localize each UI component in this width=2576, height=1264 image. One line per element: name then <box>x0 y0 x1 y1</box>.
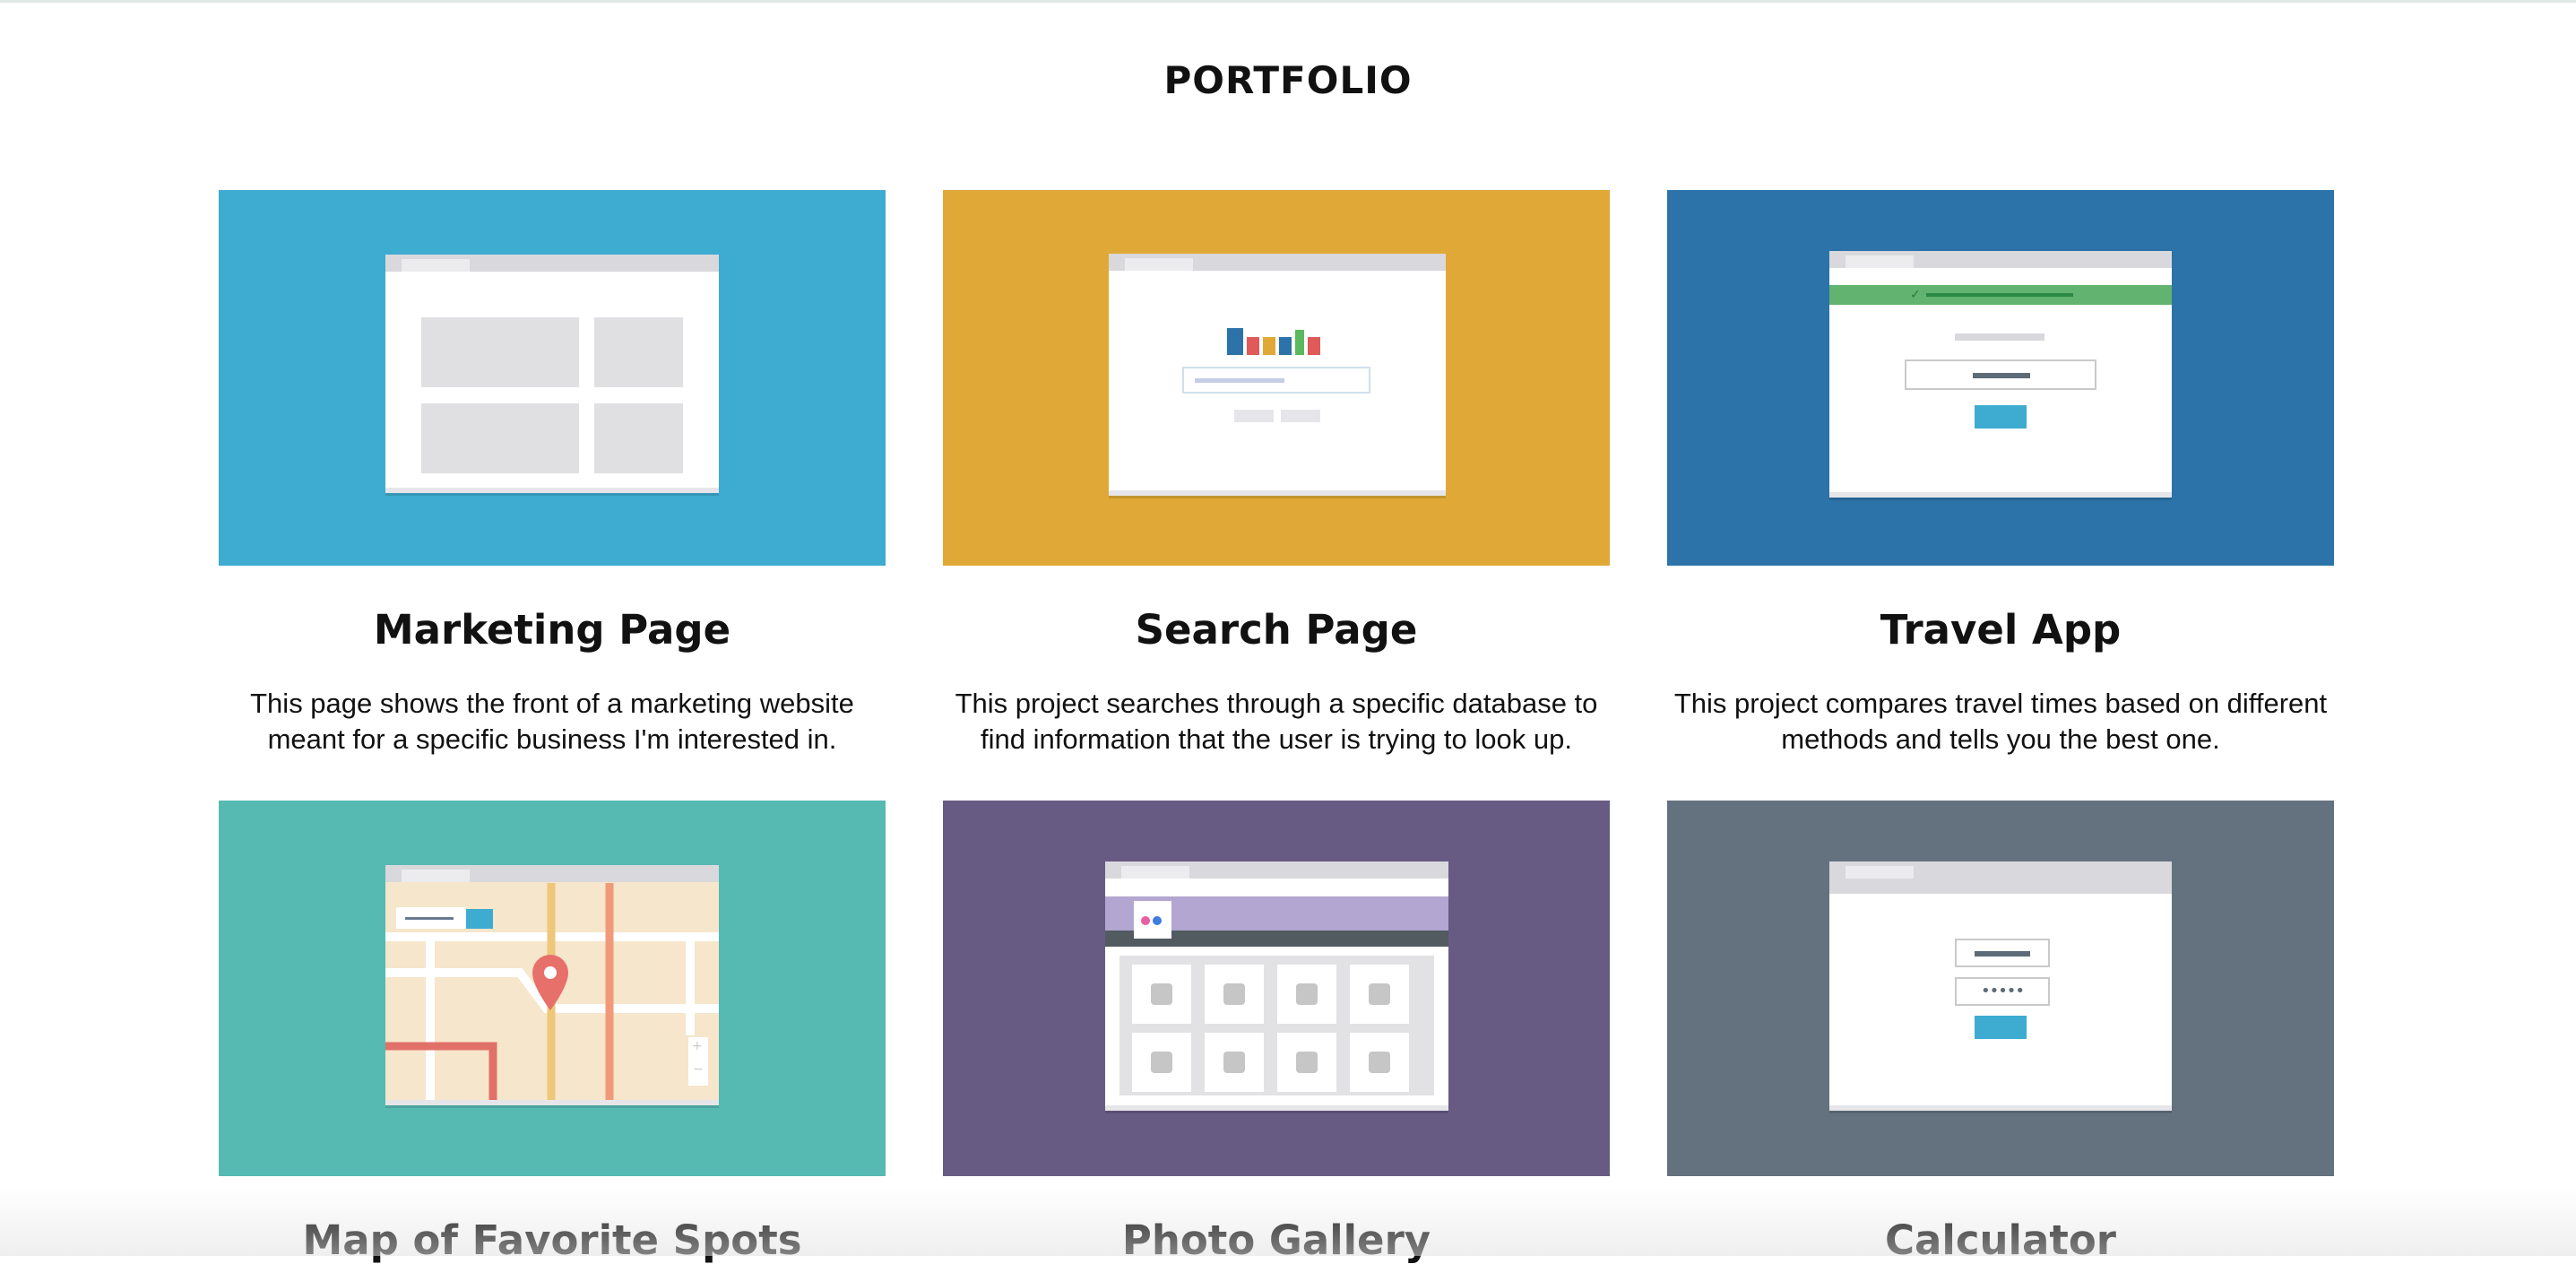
map-pin-icon <box>532 955 568 1010</box>
project-card-map[interactable]: + − Map of Favorite Spots <box>219 801 886 1264</box>
project-thumbnail-marketing[interactable] <box>219 190 886 566</box>
browser-mockup <box>385 255 719 493</box>
page-title: PORTFOLIO <box>1163 58 1413 102</box>
browser-mockup <box>1109 254 1446 496</box>
project-card-search[interactable]: Search Page This project searches throug… <box>943 190 1610 758</box>
check-icon: ✓ <box>1910 288 1921 302</box>
project-title: Travel App <box>1880 606 2122 654</box>
project-thumbnail-search[interactable] <box>943 190 1610 566</box>
project-thumbnail-map[interactable]: + − <box>219 801 886 1176</box>
project-card-gallery[interactable]: Photo Gallery <box>943 801 1610 1264</box>
input-mock <box>1905 359 2096 390</box>
project-title: Search Page <box>1135 606 1418 654</box>
input-mock <box>1955 939 2050 967</box>
project-thumbnail-travel[interactable]: ✓ <box>1667 190 2334 566</box>
zoom-out-icon: − <box>693 1062 704 1077</box>
project-title: Photo Gallery <box>1121 1216 1431 1264</box>
browser-mockup: ••••• <box>1829 861 2172 1111</box>
zoom-in-icon: + <box>692 1039 703 1053</box>
project-card-calculator[interactable]: ••••• Calculator <box>1667 801 2334 1264</box>
success-banner: ✓ <box>1829 285 2172 305</box>
map-search-button <box>466 909 493 929</box>
project-card-marketing[interactable]: Marketing Page This page shows the front… <box>219 190 886 758</box>
map-search-box <box>396 907 466 929</box>
button-mock <box>1975 405 2027 429</box>
project-title: Calculator <box>1885 1216 2116 1264</box>
zoom-controls: + − <box>688 1037 708 1086</box>
project-title: Map of Favorite Spots <box>302 1216 802 1264</box>
gallery-grid <box>1119 956 1434 1095</box>
button-mock <box>1975 1016 2027 1039</box>
search-input-mock <box>1182 367 1370 394</box>
browser-mockup <box>1105 861 1448 1111</box>
browser-mockup: ✓ <box>1829 251 2172 498</box>
project-title: Marketing Page <box>373 606 731 654</box>
project-thumbnail-calculator[interactable]: ••••• <box>1667 801 2334 1176</box>
project-description: This project compares travel times based… <box>1673 688 2328 755</box>
project-description: This project searches through a specific… <box>955 688 1598 755</box>
project-description: This page shows the front of a marketing… <box>250 688 854 755</box>
project-thumbnail-gallery[interactable] <box>943 801 1610 1176</box>
password-input-mock: ••••• <box>1955 977 2050 1006</box>
gallery-logo-icon <box>1134 901 1171 939</box>
browser-mockup: + − <box>385 865 719 1105</box>
project-card-travel[interactable]: ✓ Travel App This project compares trave… <box>1667 190 2334 758</box>
